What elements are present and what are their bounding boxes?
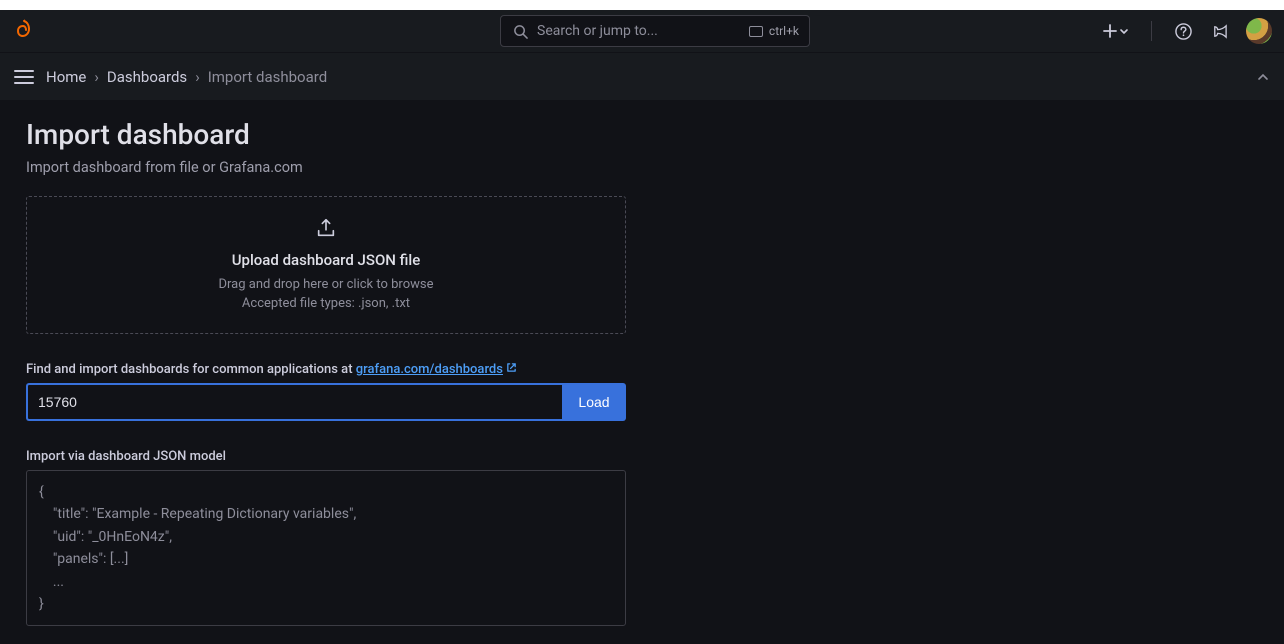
search-placeholder: Search or jump to... [537, 23, 741, 39]
collapse-icon[interactable] [1256, 70, 1270, 84]
browser-strip [0, 0, 1284, 10]
dropzone-hint: Drag and drop here or click to browse Ac… [218, 275, 433, 314]
page-content: Import dashboard Import dashboard from f… [0, 100, 1284, 644]
add-menu[interactable] [1103, 24, 1129, 38]
dropzone-title: Upload dashboard JSON file [232, 251, 421, 269]
user-avatar[interactable] [1246, 18, 1272, 44]
page-subtitle: Import dashboard from file or Grafana.co… [26, 159, 1258, 176]
load-button[interactable]: Load [562, 383, 626, 421]
plus-icon [1103, 24, 1117, 38]
breadcrumbs: Home › Dashboards › Import dashboard [46, 68, 327, 86]
grafana-dashboards-link[interactable]: grafana.com/dashboards [356, 362, 503, 377]
upload-icon [315, 217, 337, 239]
upload-dropzone[interactable]: Upload dashboard JSON file Drag and drop… [26, 196, 626, 334]
breadcrumb-current: Import dashboard [208, 68, 327, 86]
global-search[interactable]: Search or jump to... ctrl+k [500, 15, 810, 47]
page-title: Import dashboard [26, 118, 1258, 151]
search-shortcut: ctrl+k [749, 24, 799, 38]
news-icon[interactable] [1210, 22, 1228, 40]
top-header: Search or jump to... ctrl+k [0, 10, 1284, 52]
chevron-right-icon: › [195, 68, 200, 86]
grafana-logo[interactable] [12, 19, 36, 43]
json-textarea[interactable]: { "title": "Example - Repeating Dictiona… [26, 470, 626, 626]
breadcrumb-bar: Home › Dashboards › Import dashboard [0, 52, 1284, 100]
dashboard-id-input[interactable] [26, 383, 562, 421]
json-label: Import via dashboard JSON model [26, 449, 1258, 464]
divider [1151, 21, 1152, 41]
help-icon[interactable] [1174, 22, 1192, 40]
breadcrumb-home[interactable]: Home [46, 68, 86, 86]
search-icon [511, 22, 529, 40]
find-label: Find and import dashboards for common ap… [26, 362, 1258, 377]
breadcrumb-dashboards[interactable]: Dashboards [107, 68, 187, 86]
keyboard-icon [749, 26, 763, 37]
chevron-right-icon: › [94, 68, 99, 86]
external-link-icon [506, 362, 517, 373]
dashboard-id-row: Load [26, 383, 626, 421]
header-actions [1103, 18, 1272, 44]
menu-toggle[interactable] [14, 70, 34, 84]
chevron-down-icon [1119, 26, 1129, 36]
